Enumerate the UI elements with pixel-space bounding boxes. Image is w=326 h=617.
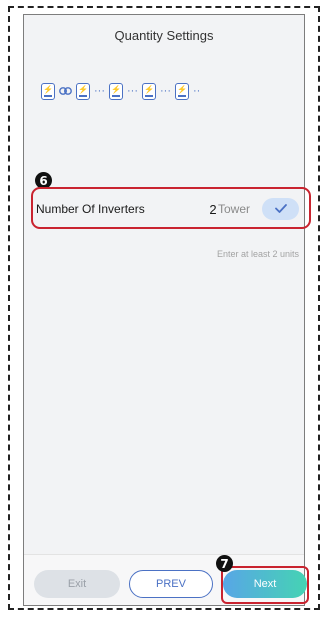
prev-button[interactable]: PREV <box>129 570 213 598</box>
checkmark-icon <box>274 200 287 218</box>
confirm-button[interactable] <box>262 198 299 220</box>
phone-screen: Quantity Settings <box>23 14 305 606</box>
min-units-hint: Enter at least 2 units <box>216 249 299 259</box>
exit-button[interactable]: Exit <box>34 570 120 598</box>
inverter-icon: ⚡ <box>41 82 55 100</box>
inverter-chain-diagram: ⚡ ⚡ ··· ⚡ ··· ⚡ ··· ⚡ ·· <box>41 80 204 102</box>
inverter-count-label: Number Of Inverters <box>36 202 145 216</box>
step-marker-7: 7 <box>216 555 233 572</box>
inverter-icon: ⚡ <box>142 82 156 100</box>
inverter-icon: ⚡ <box>109 82 123 100</box>
ellipsis-icon: ··· <box>160 85 171 97</box>
page-title: Quantity Settings <box>114 28 214 43</box>
ellipsis-icon: ·· <box>193 85 201 97</box>
next-button-highlight <box>221 566 309 604</box>
ellipsis-icon: ··· <box>127 85 138 97</box>
ellipsis-icon: ··· <box>94 85 105 97</box>
inverter-icon: ⚡ <box>175 82 189 100</box>
inverter-count-unit: Tower <box>218 202 251 216</box>
link-icon <box>59 87 72 95</box>
inverter-icon: ⚡ <box>76 82 90 100</box>
